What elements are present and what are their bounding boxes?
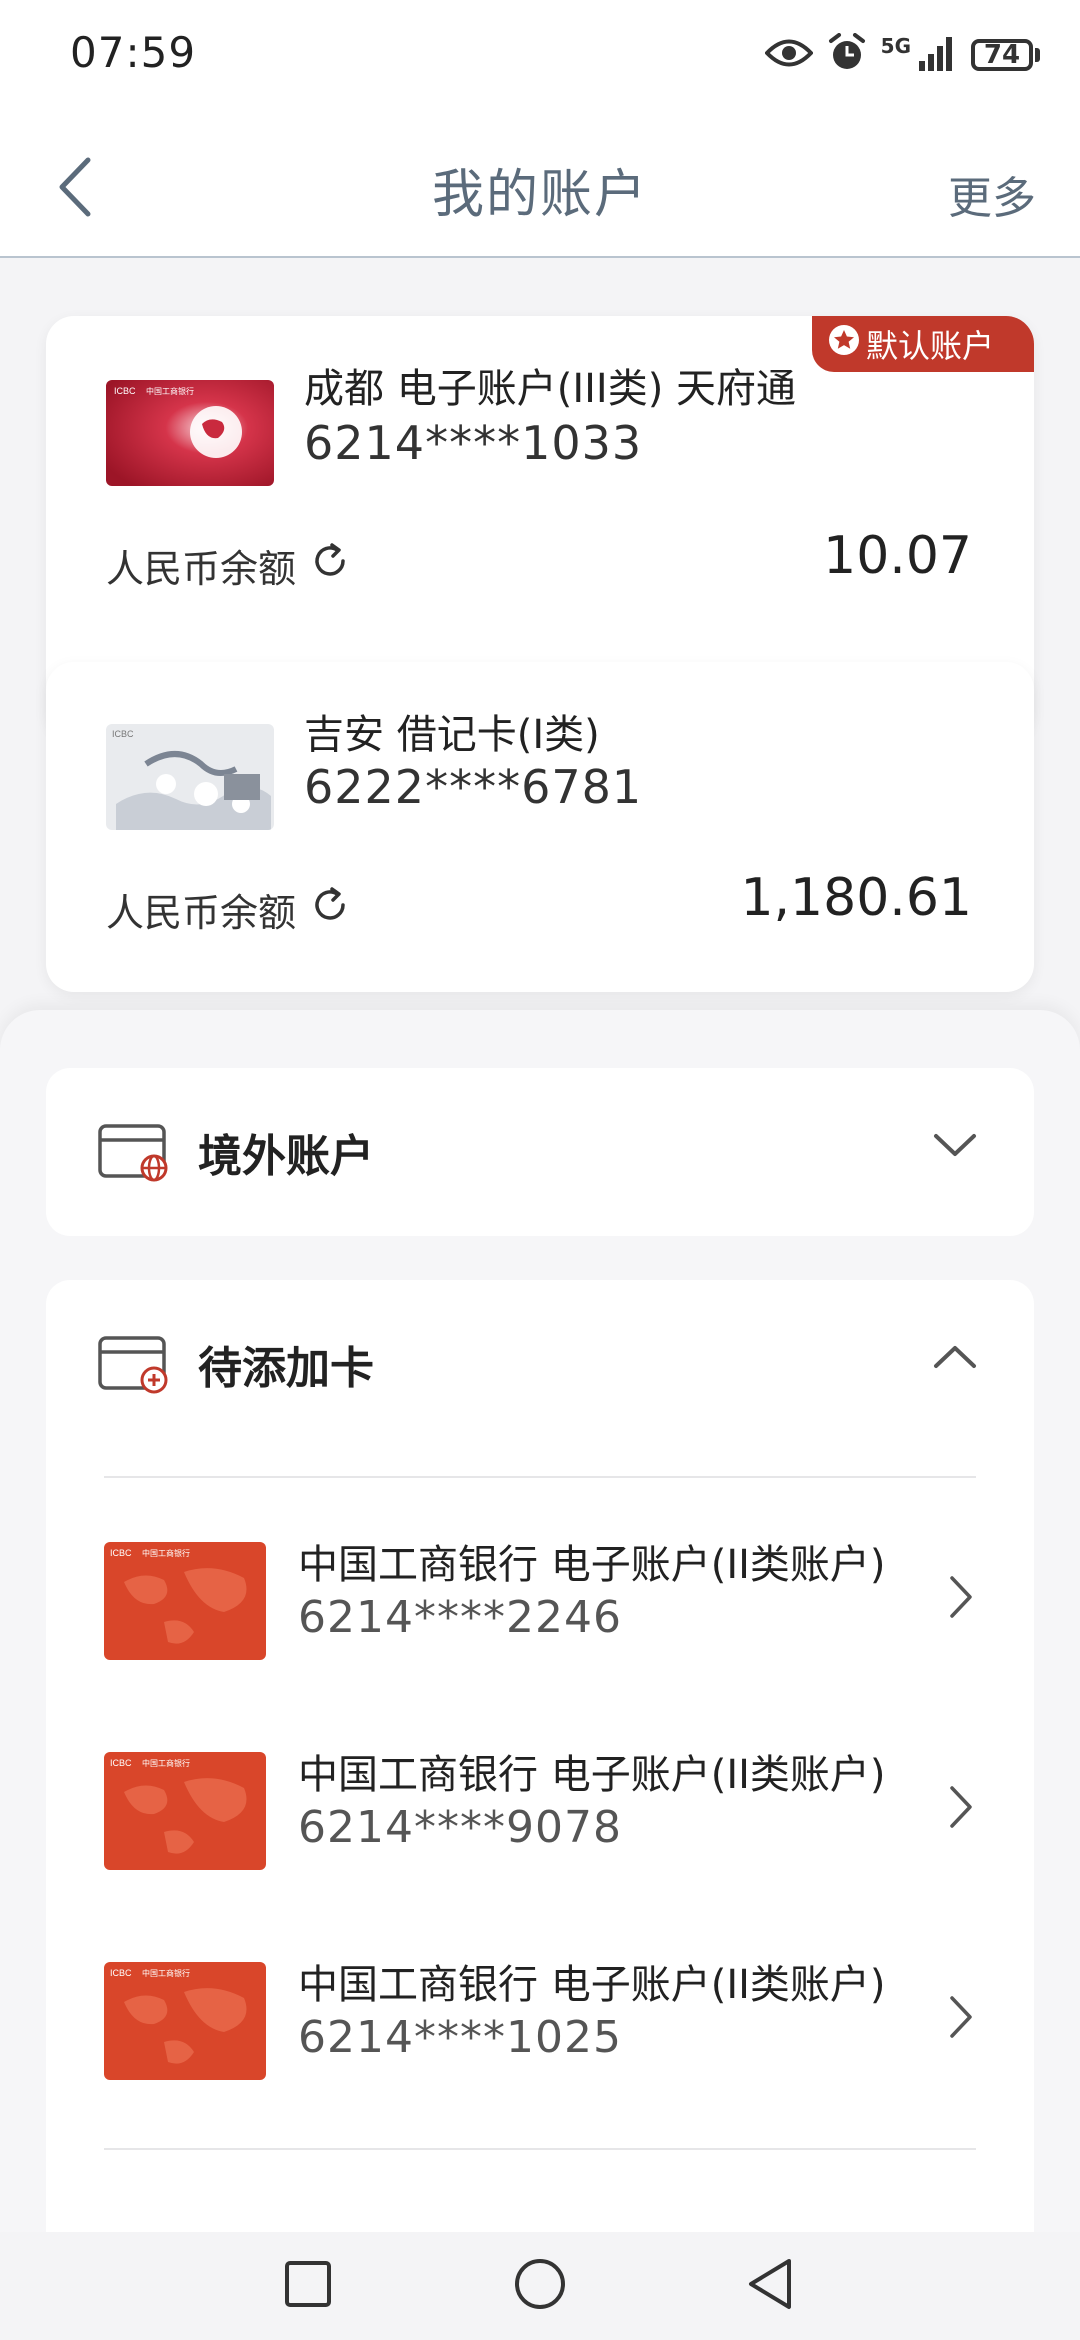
card-thumbnail-orange: ICBC 中国工商银行 (104, 1962, 266, 2080)
signal-icon (917, 35, 957, 75)
overseas-accounts-header[interactable]: 境外账户 (46, 1068, 1034, 1236)
system-nav-bar (0, 2232, 1080, 2340)
card-bank-text: 中国工商银行 (146, 386, 194, 396)
bottom-sheet: 境外账户 待添加卡 ICBC 中国工商银行 中国工商银行 电子账户(II类账户) … (0, 1010, 1080, 2232)
pending-card-item[interactable]: ICBC 中国工商银行 中国工商银行 电子账户(II类账户) 6214****22… (46, 1522, 1034, 1672)
card-brand-text: ICBC (114, 386, 136, 396)
star-icon (828, 324, 860, 364)
card-brand-text: ICBC (110, 1548, 132, 1558)
account-number: 6214****1033 (304, 416, 643, 470)
back-system-button[interactable] (740, 2256, 800, 2316)
circle-icon (513, 2257, 567, 2315)
pending-card-name: 中国工商银行 电子账户(II类账户) (298, 1752, 886, 1798)
recent-apps-button[interactable] (278, 2256, 338, 2316)
card-thumbnail-orange: ICBC 中国工商银行 (104, 1542, 266, 1660)
default-account-badge: 默认账户 (812, 316, 1034, 372)
card-globe-icon (98, 1124, 170, 1186)
pending-card-item[interactable]: ICBC 中国工商银行 中国工商银行 电子账户(II类账户) 6214****90… (46, 1732, 1034, 1882)
refresh-icon[interactable] (310, 541, 350, 590)
card-thumbnail-dragon: ICBC (106, 724, 274, 830)
pending-card-name: 中国工商银行 电子账户(II类账户) (298, 1542, 886, 1588)
default-badge-label: 默认账户 (866, 327, 995, 365)
card-thumbnail-orange: ICBC 中国工商银行 (104, 1752, 266, 1870)
account-number: 6222****6781 (304, 760, 643, 814)
status-icons: 5G 74 (763, 30, 1040, 80)
chevron-right-icon (948, 1574, 974, 1624)
status-bar: 07:59 5G 74 (0, 0, 1080, 120)
card-brand-text: ICBC (110, 1968, 132, 1978)
more-button[interactable]: 更多 (948, 162, 1036, 226)
card-brand-text: ICBC (112, 729, 134, 739)
account-name: 成都 电子账户(III类) 天府通 (304, 366, 797, 412)
network-5g-label: 5G (880, 34, 911, 58)
pending-card-number: 6214****9078 (298, 1802, 622, 1853)
section-title: 境外账户 (198, 1131, 374, 1182)
battery-icon: 74 (971, 39, 1040, 71)
status-time: 07:59 (70, 28, 197, 77)
balance-label-text: 人民币余额 (106, 547, 297, 591)
balance-label: 人民币余额 (106, 538, 350, 593)
pending-cards-header[interactable]: 待添加卡 (46, 1280, 1034, 1448)
card-add-icon (98, 1336, 170, 1398)
alarm-icon (827, 33, 867, 77)
home-button[interactable] (510, 2256, 570, 2316)
pending-card-item[interactable]: ICBC 中国工商银行 中国工商银行 电子账户(II类账户) 6214****10… (46, 1942, 1034, 2092)
balance-value: 10.07 (823, 526, 972, 586)
card-thumbnail-red: ICBC 中国工商银行 (106, 380, 274, 486)
page-title: 我的账户 (431, 165, 648, 225)
pending-card-name: 中国工商银行 电子账户(II类账户) (298, 1962, 886, 2008)
account-card-debit[interactable]: ICBC 吉安 借记卡(I类) 6222****6781 人民币余额 1,180… (46, 662, 1034, 992)
chevron-down-icon[interactable] (932, 1130, 978, 1164)
square-icon (284, 2260, 332, 2312)
battery-cap (1035, 48, 1040, 62)
triangle-back-icon (745, 2257, 795, 2315)
refresh-icon[interactable] (310, 885, 350, 934)
balance-label: 人民币余额 (106, 882, 350, 937)
section-title: 待添加卡 (198, 1343, 374, 1394)
pending-card-number: 6214****2246 (298, 1592, 622, 1643)
chevron-right-icon (948, 1784, 974, 1834)
pending-cards-section: 待添加卡 ICBC 中国工商银行 中国工商银行 电子账户(II类账户) 6214*… (46, 1280, 1034, 2232)
pending-card-number: 6214****1025 (298, 2012, 622, 2063)
card-brand-text: ICBC (110, 1758, 132, 1768)
card-bank-text: 中国工商银行 (142, 1548, 190, 1558)
card-bank-text: 中国工商银行 (142, 1758, 190, 1768)
account-cards: 默认账户 ICBC 中国工商银行 成都 电子账户(III类) 天府通 6214*… (0, 258, 1080, 1018)
battery-level: 74 (971, 39, 1033, 71)
balance-label-text: 人民币余额 (106, 891, 297, 935)
balance-value: 1,180.61 (740, 868, 972, 928)
chevron-up-icon[interactable] (932, 1342, 978, 1376)
divider (104, 2148, 976, 2150)
eye-icon (763, 36, 814, 74)
divider (104, 1476, 976, 1478)
chevron-right-icon (948, 1994, 974, 2044)
account-name: 吉安 借记卡(I类) (304, 712, 600, 758)
overseas-accounts-section: 境外账户 (46, 1068, 1034, 1236)
nav-bar: 我的账户 更多 (0, 120, 1080, 258)
card-bank-text: 中国工商银行 (142, 1968, 190, 1978)
